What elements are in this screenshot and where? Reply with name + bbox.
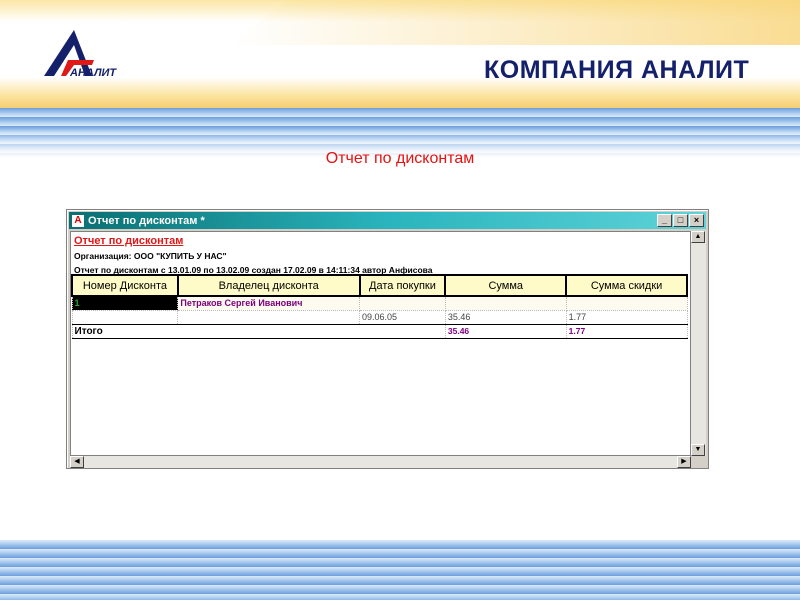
report-table: Номер Дисконта Владелец дисконта Дата по… bbox=[71, 274, 688, 339]
table-row[interactable]: 09.06.05 35.46 1.77 bbox=[71, 309, 688, 325]
window-titlebar[interactable]: A Отчет по дисконтам * _ □ × bbox=[69, 212, 706, 229]
report-title: Отчет по дисконтам bbox=[74, 235, 184, 247]
purchase-date[interactable]: 09.06.05 bbox=[359, 309, 446, 325]
total-discount: 1.77 bbox=[565, 323, 688, 339]
col-discount[interactable]: Сумма скидки bbox=[565, 274, 688, 297]
maximize-button[interactable]: □ bbox=[673, 214, 688, 227]
discount-owner[interactable]: Петраков Сергей Иванович bbox=[177, 295, 361, 311]
window-title: Отчет по дисконтам * bbox=[88, 214, 205, 227]
slide-title: Отчет по дисконтам bbox=[325, 150, 475, 167]
table-header: Номер Дисконта Владелец дисконта Дата по… bbox=[71, 274, 688, 297]
total-sum: 35.46 bbox=[444, 323, 567, 339]
company-name: КОМПАНИЯ АНАЛИТ bbox=[484, 56, 750, 84]
discount-number[interactable]: 1 bbox=[71, 295, 179, 311]
app-icon: A bbox=[72, 214, 84, 227]
col-number[interactable]: Номер Дисконта bbox=[71, 274, 179, 297]
col-owner[interactable]: Владелец дисконта bbox=[176, 274, 361, 297]
svg-text:АНАЛИТ: АНАЛИТ bbox=[69, 67, 117, 79]
scroll-right-icon[interactable]: ▶ bbox=[677, 456, 691, 468]
header-decoration bbox=[230, 0, 800, 45]
total-row: Итого 35.46 1.77 bbox=[71, 323, 688, 339]
close-button[interactable]: × bbox=[689, 214, 704, 227]
purchase-discount[interactable]: 1.77 bbox=[565, 309, 688, 325]
vertical-scrollbar[interactable]: ▲ ▼ bbox=[691, 231, 706, 456]
total-label: Итого bbox=[71, 323, 446, 339]
scroll-up-icon[interactable]: ▲ bbox=[691, 231, 705, 243]
col-date[interactable]: Дата покупки bbox=[358, 274, 447, 297]
report-organization: Организация: ООО "КУПИТЬ У НАС" bbox=[74, 251, 227, 261]
scroll-left-icon[interactable]: ◀ bbox=[70, 456, 84, 468]
minimize-button[interactable]: _ bbox=[657, 214, 672, 227]
company-logo: АНАЛИТ bbox=[44, 30, 117, 79]
purchase-sum[interactable]: 35.46 bbox=[444, 309, 567, 325]
footer-band bbox=[0, 540, 800, 600]
report-window: A Отчет по дисконтам * _ □ × Отчет по ди… bbox=[66, 209, 709, 469]
report-content: Отчет по дисконтам Организация: ООО "КУП… bbox=[70, 231, 691, 456]
horizontal-scrollbar[interactable]: ◀ ▶ bbox=[70, 456, 691, 468]
table-row-group[interactable]: 1 Петраков Сергей Иванович bbox=[71, 295, 688, 311]
col-sum[interactable]: Сумма bbox=[444, 274, 568, 297]
scroll-down-icon[interactable]: ▼ bbox=[691, 444, 705, 456]
